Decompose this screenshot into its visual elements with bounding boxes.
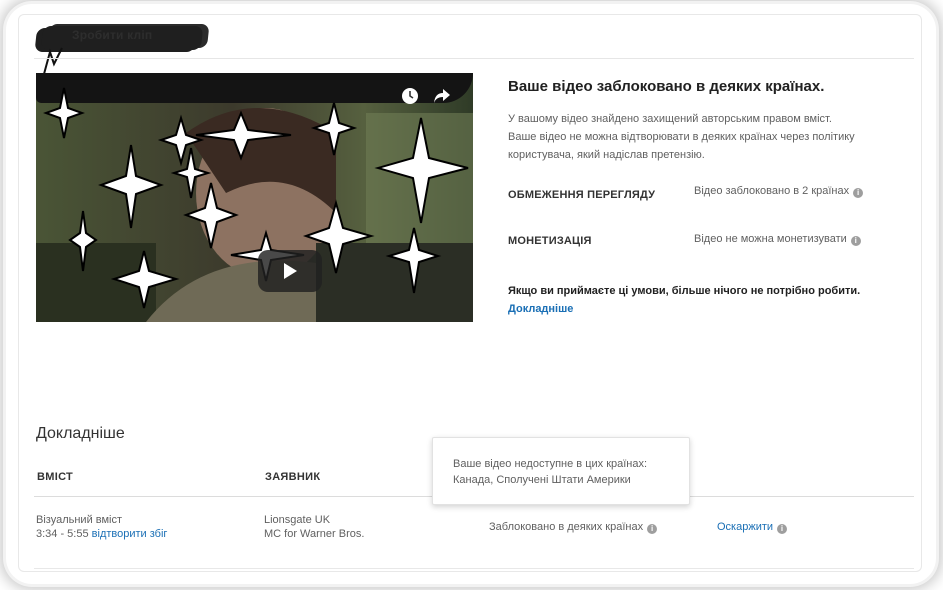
description-line: Ваше відео не можна відтворювати в деяки… — [508, 131, 855, 143]
sparkle-overlay — [43, 87, 469, 309]
play-match-link[interactable]: відтворити збіг — [92, 528, 168, 540]
column-header-claimant: ЗАЯВНИК — [265, 471, 321, 483]
dispute-link[interactable]: Оскаржити — [717, 521, 773, 533]
share-arrow-icon[interactable] — [432, 87, 452, 105]
details-heading: Докладніше — [36, 425, 125, 442]
learn-more-link[interactable]: Докладніше — [508, 303, 573, 315]
play-icon — [284, 263, 297, 279]
header-divider — [34, 58, 914, 59]
tooltip-line: Ваше відео недоступне в цих країнах: — [453, 458, 648, 470]
monetization-label: МОНЕТИЗАЦІЯ — [508, 235, 592, 247]
description-line: користувача, який надіслав претензію. — [508, 149, 705, 161]
blocked-description: У вашому відео знайдено захищений авторс… — [508, 110, 898, 164]
view-restriction-label: ОБМЕЖЕННЯ ПЕРЕГЛЯДУ — [508, 189, 656, 201]
info-icon[interactable]: i — [647, 524, 658, 534]
status-cell: Заблоковано в деяких країнах i — [489, 520, 658, 534]
content-cell: Візуальний вміст 3:34 - 5:55 відтворити … — [36, 513, 167, 541]
blocked-status: Заблоковано в деяких країнах — [489, 521, 644, 533]
info-icon[interactable]: i — [777, 524, 788, 534]
bottom-divider — [34, 568, 914, 569]
accept-terms-text: Якщо ви приймаєте ці умови, більше нічог… — [508, 285, 861, 297]
column-header-content: ВМІСТ — [37, 471, 74, 483]
play-button[interactable] — [258, 250, 322, 292]
time-range: 3:34 - 5:55 — [36, 528, 89, 540]
monetization-text: Відео не можна монетизувати — [694, 233, 847, 245]
monetization-value: Відео не можна монетизувати i — [694, 233, 861, 246]
tooltip-line: Канада, Сполучені Штати Америки — [453, 474, 631, 486]
claimant-name: MC for Warner Bros. — [264, 528, 365, 540]
blocked-title: Ваше відео заблоковано в деяких країнах. — [508, 78, 825, 95]
view-restriction-value: Відео заблоковано в 2 країнах i — [694, 185, 864, 198]
time-range-line: 3:34 - 5:55 відтворити збіг — [36, 527, 167, 541]
description-line: У вашому відео знайдено захищений авторс… — [508, 113, 832, 125]
countries-tooltip: Ваше відео недоступне в цих країнах: Кан… — [432, 437, 690, 505]
content-type: Візуальний вміст — [36, 514, 123, 526]
dispute-cell: Оскаржити i — [717, 520, 788, 534]
clock-icon[interactable] — [401, 87, 419, 105]
info-icon[interactable]: i — [853, 188, 864, 198]
video-player[interactable] — [36, 73, 473, 322]
info-icon[interactable]: i — [850, 236, 861, 246]
make-clip-label[interactable]: Зробити кліп — [72, 28, 152, 42]
claimant-name: Lionsgate UK — [264, 514, 331, 526]
view-restriction-text: Відео заблоковано в 2 країнах — [694, 185, 850, 197]
claimant-cell: Lionsgate UK MC for Warner Bros. — [264, 513, 364, 541]
